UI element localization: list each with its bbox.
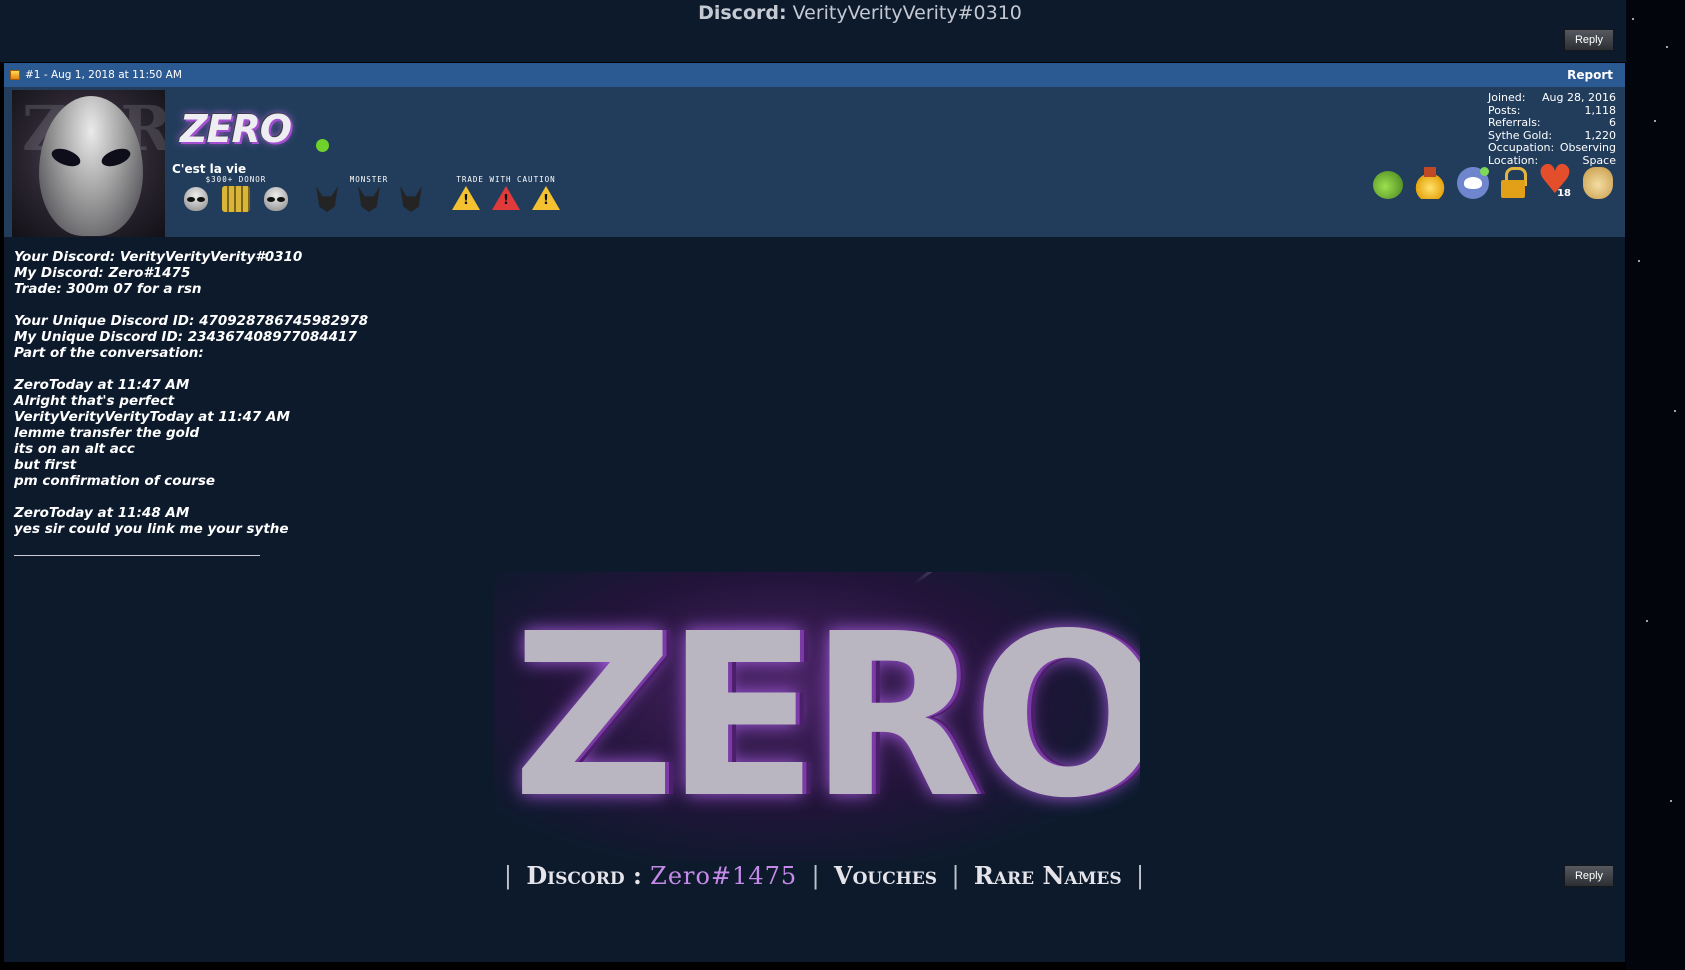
signature-discord-value[interactable]: Zero#1475	[650, 862, 797, 890]
message-line: VerityVerityVerityToday at 11:47 AM	[14, 409, 290, 425]
badge-label-donor: $300+ DONOR	[205, 175, 267, 184]
alien-icon	[264, 187, 288, 211]
post-new-icon	[10, 70, 20, 80]
alien-head-image	[39, 96, 143, 236]
badge-group-donor: $300+ DONOR	[184, 175, 288, 212]
horned-mask-icon	[400, 186, 422, 212]
message-body: Your Discord: VerityVerityVerity#0310 My …	[14, 249, 368, 537]
reply-button-top[interactable]: Reply	[1564, 29, 1614, 51]
message-line: ZeroToday at 11:48 AM	[14, 505, 190, 521]
doge-icon[interactable]	[1583, 167, 1613, 199]
message-line: ZeroToday at 11:47 AM	[14, 377, 190, 393]
online-status-icon	[316, 139, 329, 152]
lock-icon[interactable]	[1501, 167, 1527, 199]
potion-icon[interactable]	[1373, 171, 1403, 199]
message-line: its on an alt acc	[14, 441, 135, 457]
heart-count: 18	[1557, 188, 1571, 199]
user-info-panel: ZERO ZERO C'est la vie $300+ DONOR MONST…	[4, 87, 1625, 237]
signature-vouches-link[interactable]: Vouches	[834, 861, 937, 890]
stat-occupation: Occupation: Observing	[1488, 141, 1616, 154]
award-icons: 18	[1373, 157, 1613, 203]
signature-banner: ZERO	[494, 572, 1140, 862]
alien-eye-right	[99, 145, 133, 170]
reply-button-bottom[interactable]: Reply	[1564, 865, 1614, 887]
message-line	[14, 489, 368, 505]
signature-divider	[14, 555, 260, 556]
avatar[interactable]: ZERO	[12, 90, 165, 237]
money-icon	[222, 186, 250, 212]
thread-title-value: VerityVerityVerity#0310	[792, 2, 1022, 24]
badge-label-monster: MONSTER	[349, 175, 389, 184]
warning-red-icon: !	[492, 186, 520, 210]
alien-icon	[184, 187, 208, 211]
post-header-bar: #1 - Aug 1, 2018 at 11:50 AM Report	[4, 63, 1625, 87]
message-line: My Discord: Zero#1475	[14, 265, 191, 281]
thread-title-key: Discord:	[698, 2, 787, 24]
thread-header: Discord: VerityVerityVerity#0310 Reply	[0, 0, 1626, 62]
username[interactable]: ZERO	[180, 107, 292, 151]
signature-rare-names-link[interactable]: Rare Names	[974, 861, 1122, 890]
heart-icon[interactable]: 18	[1537, 157, 1573, 203]
message-line: lemme transfer the gold	[14, 425, 200, 441]
message-line	[14, 297, 368, 313]
message-line: Part of the conversation:	[14, 345, 204, 361]
page-bottom-edge	[0, 962, 1626, 970]
message-line: pm confirmation of course	[14, 473, 216, 489]
badge-group-caution: TRADE WITH CAUTION ! ! !	[452, 175, 560, 210]
warning-icon: !	[532, 186, 560, 210]
signature-discord-label[interactable]: Discord :	[526, 861, 641, 890]
horned-mask-icon	[316, 186, 338, 212]
post-content: Your Discord: VerityVerityVerity#0310 My …	[4, 237, 1625, 970]
message-line: but first	[14, 457, 77, 473]
medal-icon[interactable]	[1415, 167, 1445, 199]
starfield-background	[1626, 0, 1685, 970]
message-line: Trade: 300m 07 for a rsn	[14, 281, 202, 297]
discord-icon[interactable]	[1457, 167, 1489, 199]
horned-mask-icon	[358, 186, 380, 212]
signature-links: | Discord : Zero#1475 | Vouches | Rare N…	[503, 861, 1145, 890]
report-link[interactable]: Report	[1567, 68, 1613, 82]
post-meta: #1 - Aug 1, 2018 at 11:50 AM	[10, 69, 182, 81]
thread-title: Discord: VerityVerityVerity#0310	[0, 2, 1685, 24]
user-title: C'est la vie	[172, 162, 247, 176]
message-line: Your Discord: VerityVerityVerity#0310	[14, 249, 303, 265]
message-line: Your Unique Discord ID: 4709287867459829…	[14, 313, 369, 329]
badge-label-caution: TRADE WITH CAUTION	[456, 175, 556, 184]
message-line: Alright that's perfect	[14, 393, 175, 409]
alien-eye-left	[49, 145, 83, 170]
message-line: yes sir could you link me your sythe	[14, 521, 289, 537]
message-line	[14, 361, 368, 377]
signature-banner-text: ZERO	[512, 586, 1140, 848]
stat-referrals: Referrals: 6	[1488, 116, 1616, 129]
message-line: My Unique Discord ID: 234367408977084417	[14, 329, 357, 345]
badge-group-monster: MONSTER	[316, 175, 422, 212]
user-stats: Joined: Aug 28, 2016 Posts: 1,118 Referral…	[1488, 91, 1616, 167]
warning-icon: !	[452, 186, 480, 210]
stat-joined: Joined: Aug 28, 2016	[1488, 91, 1616, 104]
post-number-date[interactable]: #1 - Aug 1, 2018 at 11:50 AM	[25, 69, 182, 81]
